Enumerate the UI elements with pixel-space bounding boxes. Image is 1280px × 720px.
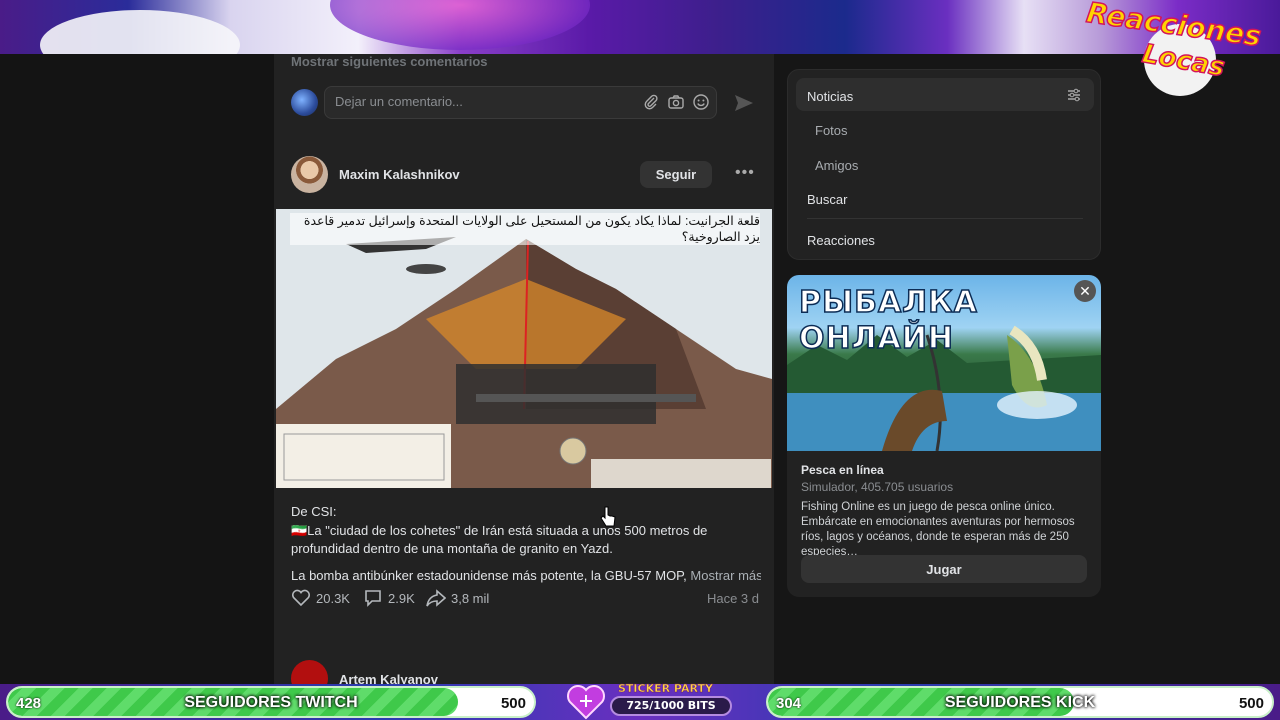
- mountain-infographic: [276, 209, 772, 488]
- post-text: De CSI: 🇮🇷La "ciudad de los cohetes" de …: [291, 503, 761, 585]
- hand-cursor-icon: [600, 506, 616, 528]
- post-text-line1: De CSI:: [291, 504, 337, 519]
- comment-tools: [642, 93, 710, 111]
- post-time[interactable]: Hace 3 d: [707, 591, 759, 606]
- next-post-header: Artem Kalyanov: [291, 660, 759, 684]
- author-avatar[interactable]: [291, 156, 328, 193]
- channel-logo: Reacciones Locas: [1084, 0, 1274, 102]
- kick-goal-label: SEGUIDORES KICK: [944, 694, 1096, 711]
- post-text-line3: La bomba antibúnker estadounidense más p…: [291, 567, 691, 583]
- ad-card: РЫБАЛКА ОНЛАЙН ✕ Pesca en línea Simulado…: [787, 275, 1101, 597]
- post-actions: 20.3K 2.9K 3,8 mil Hace 3 d: [291, 589, 759, 609]
- send-icon[interactable]: [734, 94, 754, 112]
- menu-item-search[interactable]: Buscar: [796, 181, 1094, 214]
- post-image[interactable]: قلعة الجرانيت: لماذا يكاد يكون من المستح…: [276, 209, 772, 488]
- close-icon[interactable]: ✕: [1074, 280, 1096, 302]
- menu-item-photos[interactable]: Fotos: [796, 112, 1094, 145]
- comment-count: 2.9K: [388, 590, 415, 606]
- ad-description: Fishing Online es un juego de pesca onli…: [801, 501, 1075, 558]
- ad-title[interactable]: Pesca en línea: [801, 463, 884, 477]
- ad-image[interactable]: РЫБАЛКА ОНЛАЙН: [787, 275, 1101, 451]
- sticker-party-label: STICKER PARTY: [618, 682, 713, 695]
- banner-swoosh: [330, 0, 590, 50]
- kick-goal-target: 500: [1238, 695, 1264, 712]
- comment-input-box[interactable]: [324, 86, 717, 119]
- share-count: 3,8 mil: [451, 590, 490, 606]
- share-icon: [426, 589, 446, 607]
- menu-item-label: Noticias: [807, 89, 854, 104]
- next-author-avatar[interactable]: [291, 660, 328, 684]
- comment-button[interactable]: 2.9K: [363, 589, 415, 607]
- menu-item-news[interactable]: Noticias: [796, 78, 1094, 111]
- follow-button[interactable]: Seguir: [640, 161, 712, 188]
- current-user-avatar[interactable]: [291, 89, 318, 116]
- emoji-icon[interactable]: [692, 93, 710, 111]
- menu-item-reactions[interactable]: Reacciones: [796, 222, 1094, 255]
- post-text-preview: La bomba antibúnker estadounidense más p…: [291, 567, 761, 586]
- news-feed: Mostrar siguientes comentarios Maxim Kal…: [274, 54, 774, 684]
- menu-item-friends[interactable]: Amigos: [796, 147, 1094, 180]
- twitch-goal-target: 500: [500, 695, 526, 712]
- like-count: 20.3K: [316, 590, 350, 606]
- ad-subtitle: Simulador, 405.705 usuarios: [801, 480, 954, 494]
- twitch-goal-label: SEGUIDORES TWITCH: [184, 694, 358, 711]
- right-side-menu: Noticias Fotos Amigos Buscar Reacciones: [787, 69, 1101, 260]
- ad-image-title: РЫБАЛКА ОНЛАЙН: [798, 284, 978, 357]
- author-name[interactable]: Maxim Kalashnikov: [339, 167, 460, 182]
- comment-composer: [291, 86, 759, 120]
- menu-divider: [807, 218, 1083, 219]
- more-options-icon[interactable]: •••: [735, 164, 755, 184]
- sticker-bits-progress: 725/1000 BITS: [610, 696, 732, 716]
- play-button[interactable]: Jugar: [801, 555, 1087, 583]
- kick-follower-goal: 304 SEGUIDORES KICK 500: [766, 686, 1274, 718]
- comment-icon: [365, 590, 381, 607]
- banner-cloud: [40, 10, 240, 54]
- paperclip-icon[interactable]: [642, 93, 660, 111]
- show-more-link[interactable]: Mostrar más: [690, 568, 761, 583]
- next-author-name[interactable]: Artem Kalyanov: [339, 672, 438, 684]
- heart-icon: [567, 685, 605, 720]
- post-text-line2: 🇮🇷La "ciudad de los cohetes" de Irán est…: [291, 522, 708, 557]
- left-margin: [0, 54, 274, 684]
- camera-icon[interactable]: [667, 93, 685, 111]
- share-button[interactable]: 3,8 mil: [426, 589, 489, 607]
- show-more-comments-link[interactable]: Mostrar siguientes comentarios: [291, 54, 488, 69]
- comment-input[interactable]: [335, 94, 625, 109]
- twitch-follower-goal: 428 SEGUIDORES TWITCH 500: [6, 686, 536, 718]
- like-button[interactable]: 20.3K: [291, 589, 350, 607]
- filter-settings-icon[interactable]: [1066, 87, 1082, 103]
- heart-icon: [291, 589, 311, 607]
- post-header: Maxim Kalashnikov Seguir •••: [291, 156, 759, 194]
- sticker-party: STICKER PARTY 725/1000 BITS: [566, 682, 734, 720]
- image-title: قلعة الجرانيت: لماذا يكاد يكون من المستح…: [290, 213, 760, 245]
